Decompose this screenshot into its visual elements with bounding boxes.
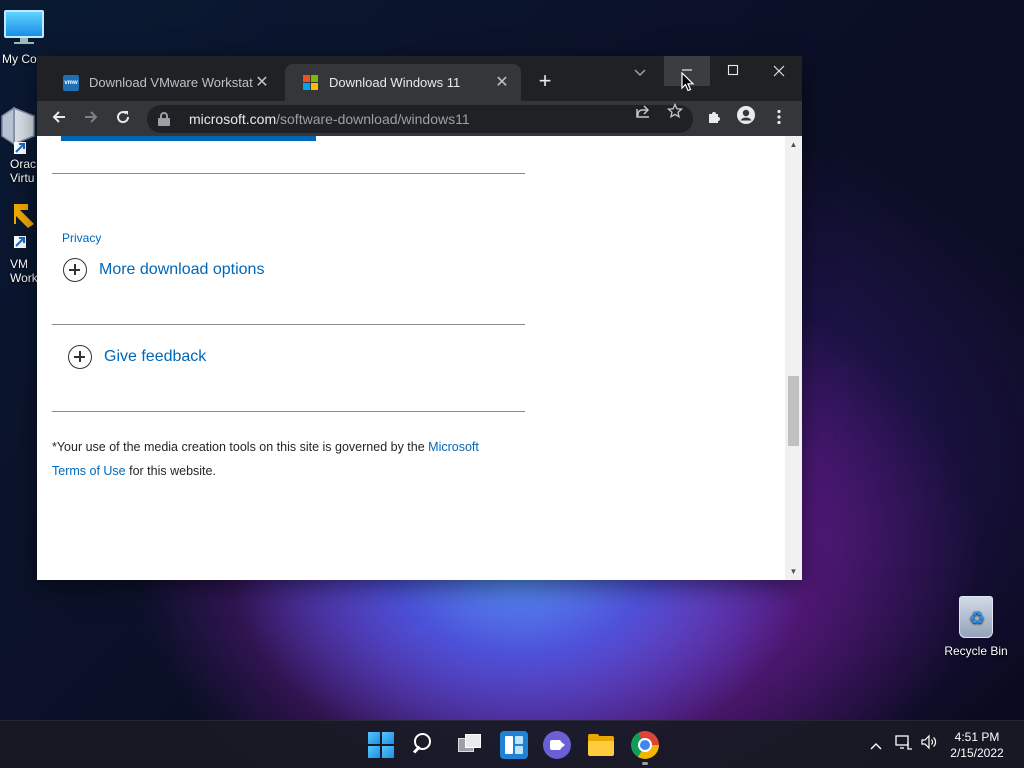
recycle-bin-label: Recycle Bin [944,644,1008,658]
extensions-button[interactable] [700,105,728,133]
expander-label: More download options [99,261,265,278]
clock-time: 4:51 PM [954,730,1000,744]
close-tab-icon[interactable]: ✕ [253,74,271,92]
tab-windows-11-download[interactable]: Download Windows 11 ✕ [285,64,521,101]
volume-button[interactable] [917,721,941,768]
chevron-down-icon [634,69,646,77]
share-button[interactable] [630,101,656,129]
vmware-icon [14,204,34,248]
network-status-button[interactable] [892,721,916,768]
vmware-favicon-icon: vmw [63,74,79,91]
virtualbox-icon [1,106,35,154]
back-button[interactable] [45,105,73,133]
desktop-icon-label: Orac Virtu [10,157,37,185]
disclaimer-text: *Your use of the media creation tools on… [52,440,429,454]
scroll-down-arrow-icon[interactable]: ▼ [785,563,802,580]
search-icon[interactable] [411,731,439,759]
expander-label: Give feedback [104,348,207,365]
microsoft-favicon-icon [303,74,319,91]
tab-search-button[interactable] [629,62,651,84]
file-explorer-icon[interactable] [587,731,615,759]
bookmark-button[interactable] [662,101,688,129]
lock-icon[interactable] [157,112,171,126]
desktop-icon-recycle-bin[interactable]: ♻ Recycle Bin [944,596,1008,658]
terms-disclaimer: *Your use of the media creation tools on… [52,435,512,483]
chat-icon[interactable] [543,731,571,759]
widgets-icon[interactable] [500,731,528,759]
forward-button[interactable] [77,105,105,133]
start-icon[interactable] [367,731,395,759]
url-path: /software-download/windows11 [276,111,470,127]
task-view-icon[interactable] [456,731,484,759]
divider [52,173,525,174]
desktop-icon-oracle-virtualbox[interactable]: Orac Virtu [0,104,40,185]
browser-toolbar: microsoft.com/software-download/windows1… [37,101,802,136]
give-feedback-expander[interactable]: Give feedback [68,345,206,369]
url-host: microsoft.com [189,111,277,127]
reload-icon [117,111,130,124]
running-indicator [642,762,648,765]
tab-vmware-download[interactable]: vmw Download VMware Workstation P ✕ [45,64,281,101]
profile-avatar-icon [737,106,755,124]
speaker-icon [921,734,937,750]
disclaimer-text: for this website. [125,464,216,478]
arrow-left-icon [52,111,65,123]
tab-title: Download VMware Workstation P [89,75,253,90]
privacy-link[interactable]: Privacy [62,231,101,245]
puzzle-piece-icon [709,112,720,123]
maximize-icon [727,64,739,76]
desktop-icon-vmware-workstation[interactable]: VM Work [0,198,40,285]
recycle-bin-icon: ♻ [959,596,993,638]
star-icon [666,102,684,119]
download-button-edge[interactable] [61,136,316,141]
divider [52,411,525,412]
address-bar[interactable]: microsoft.com/software-download/windows1… [147,105,693,133]
page-viewport: Privacy More download options Give feedb… [37,136,802,580]
desktop-icon-label: VM Work [10,257,38,285]
monitor-icon [2,10,46,44]
close-tab-icon[interactable]: ✕ [493,74,511,92]
menu-button[interactable] [765,105,793,133]
network-icon [895,735,912,750]
taskbar: 4:51 PM 2/15/2022 [0,720,1024,768]
more-download-options-expander[interactable]: More download options [63,258,264,282]
profile-button[interactable] [732,105,760,133]
share-icon [636,105,650,118]
kebab-menu-icon [777,109,781,125]
plus-circle-icon [63,258,87,282]
close-icon [773,65,785,77]
arrow-right-icon [85,111,98,123]
divider [52,324,525,325]
mouse-cursor-icon [681,72,695,92]
tab-title: Download Windows 11 [329,75,461,90]
plus-circle-icon [68,345,92,369]
scrollbar-thumb[interactable] [788,376,799,446]
browser-window: vmw Download VMware Workstation P ✕ Down… [37,56,802,580]
maximize-button[interactable] [710,56,756,86]
reload-button[interactable] [109,105,137,133]
vertical-scrollbar[interactable]: ▲ ▼ [785,136,802,580]
clock[interactable]: 4:51 PM 2/15/2022 [940,729,1014,761]
new-tab-button[interactable]: + [533,70,557,94]
close-window-button[interactable] [756,56,802,86]
show-hidden-icons-button[interactable] [864,721,888,768]
chrome-icon[interactable] [631,731,659,759]
scroll-up-arrow-icon[interactable]: ▲ [785,136,802,153]
chevron-up-icon [870,743,882,750]
clock-date: 2/15/2022 [950,746,1004,760]
